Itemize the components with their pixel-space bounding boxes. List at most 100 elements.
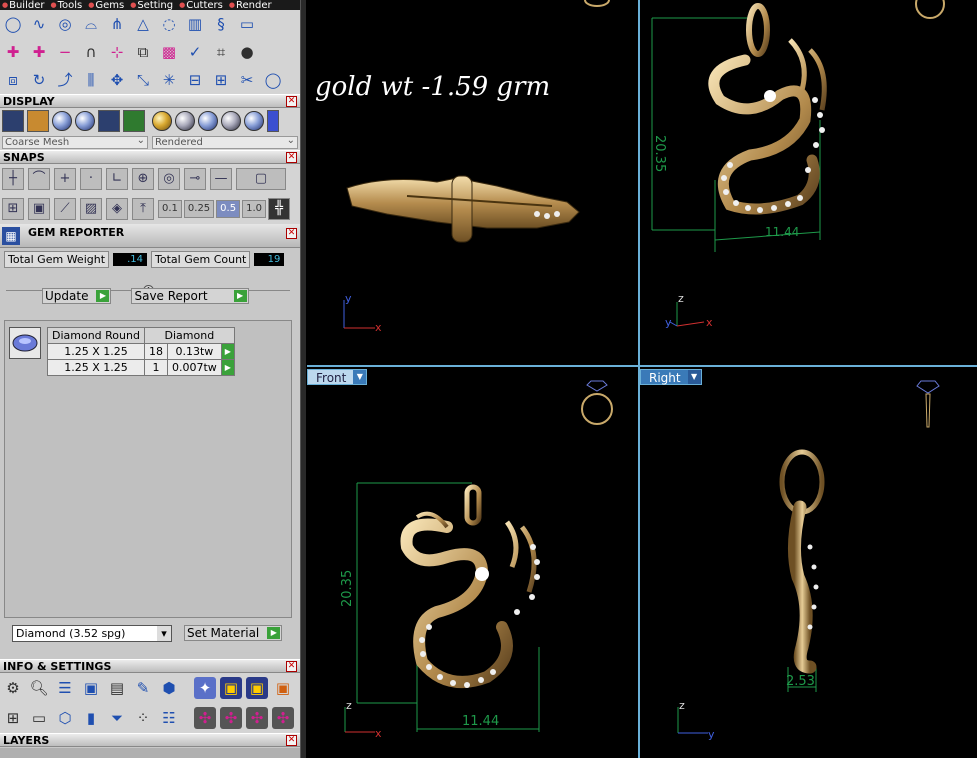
grid-snap-icon[interactable]: ⊞ (2, 198, 24, 220)
check-icon[interactable]: ✓ (184, 41, 206, 63)
top-viewport[interactable]: gold wt -1.59 grm y x (307, 0, 639, 366)
shaded-icon[interactable] (52, 111, 72, 131)
perspective-viewport[interactable]: 20.35 11.44 z x y (640, 0, 977, 366)
glass-material-icon[interactable] (244, 111, 264, 131)
export-icon[interactable]: ▣ (272, 677, 294, 699)
smooth-icon[interactable] (75, 111, 95, 131)
front-viewport[interactable]: Front ▼ 20.35 11.44 z x (307, 367, 639, 758)
bezel-tool-icon[interactable]: ◌ (158, 13, 180, 35)
menu-gems[interactable]: Gems (88, 0, 124, 10)
snap-window-icon[interactable]: ▢ (236, 168, 286, 190)
snap-grid-icon[interactable]: ┼ (2, 168, 24, 190)
shank-tool-icon[interactable]: ⌓ (80, 13, 102, 35)
ruler-icon[interactable]: ⟋ (54, 198, 76, 220)
prong-tool-icon[interactable]: ⋔ (106, 13, 128, 35)
cylinder-icon[interactable]: ▮ (80, 707, 102, 729)
layers-tabs[interactable] (0, 748, 300, 758)
menu-render[interactable]: Render (229, 0, 272, 10)
render-mode-select[interactable]: Rendered (152, 135, 298, 149)
render-toggle-icon[interactable] (267, 110, 279, 132)
menu-builder[interactable]: Builder (2, 0, 44, 10)
axis-icon[interactable]: ⤒ (132, 198, 154, 220)
mirror-icon[interactable]: ⫼ (80, 69, 102, 91)
lasso-icon[interactable]: ◯ (262, 69, 284, 91)
explode-icon[interactable]: ✳ (158, 69, 180, 91)
gold-material-icon[interactable] (152, 111, 172, 131)
viewport-splitter-horizontal[interactable] (307, 365, 977, 367)
snap-point-icon[interactable]: + (54, 168, 76, 190)
mesh-icon[interactable] (27, 110, 49, 132)
gem-reporter-close-icon[interactable]: ✕ (286, 228, 297, 239)
target-4-icon[interactable]: ✣ (272, 707, 294, 729)
window-icon[interactable]: ▣ (220, 677, 242, 699)
table-row[interactable]: 1.25 X 1.25 18 0.13tw ▶ (47, 343, 235, 360)
chrome-material-icon[interactable] (221, 111, 241, 131)
list-icon[interactable]: ☷ (158, 707, 180, 729)
menu-tools[interactable]: Tools (50, 0, 82, 10)
grid-toggle-icon[interactable]: ╬ (267, 198, 290, 220)
grid-edit-icon[interactable]: ⌗ (210, 41, 232, 63)
cylinder-tool-icon[interactable]: ▥ (184, 13, 206, 35)
table-row[interactable]: 1.25 X 1.25 1 0.007tw ▶ (47, 359, 235, 376)
delete-point-icon[interactable]: − (54, 41, 76, 63)
snap-line-icon[interactable]: — (210, 168, 232, 190)
mesh-mode-select[interactable]: Coarse Mesh (2, 135, 148, 149)
display-close-icon[interactable]: ✕ (286, 96, 297, 107)
arc-icon[interactable]: ∩ (80, 41, 102, 63)
right-view-selector[interactable]: Right ▼ (640, 369, 702, 385)
cone-tool-icon[interactable]: △ (132, 13, 154, 35)
info-close-icon[interactable]: ✕ (286, 661, 297, 672)
move-icon[interactable]: ✥ (106, 69, 128, 91)
hatch-icon[interactable]: ▨ (80, 198, 102, 220)
xray-icon[interactable] (98, 110, 120, 132)
select-row-icon[interactable]: ▶ (220, 343, 235, 360)
panel-toggle-icon[interactable]: ▭ (236, 13, 258, 35)
settings-gear-icon[interactable]: ⚙ (2, 677, 24, 699)
scatter-icon[interactable]: ⁘ (132, 707, 154, 729)
spring-tool-icon[interactable]: § (210, 13, 232, 35)
snap-center-icon[interactable]: ⊕ (132, 168, 154, 190)
bend-icon[interactable]: ⤴ (54, 69, 76, 91)
filter-icon[interactable]: ⏷ (106, 707, 128, 729)
increment-0-1[interactable]: 0.1 (158, 200, 182, 218)
update-button[interactable]: Update ▶ (42, 288, 112, 304)
material-select[interactable]: Diamond (3.52 spg) (12, 625, 172, 642)
cut-icon[interactable]: ✂ (236, 69, 258, 91)
document-icon[interactable]: ▤ (106, 677, 128, 699)
increment-0-25[interactable]: 0.25 (183, 200, 215, 218)
layers-close-icon[interactable]: ✕ (286, 735, 297, 746)
zoom-icon[interactable]: 🔍︎ (28, 677, 50, 699)
snap-node-icon[interactable]: · (80, 168, 102, 190)
set-material-button[interactable]: Set Material ▶ (184, 625, 283, 641)
window-2-icon[interactable]: ▣ (246, 677, 268, 699)
grid-4-icon[interactable]: ⊞ (2, 707, 24, 729)
edit-icon[interactable]: ✎ (132, 677, 154, 699)
target-icon[interactable]: ✣ (194, 707, 216, 729)
add-point-icon[interactable]: ✚ (2, 41, 24, 63)
viewport-splitter-vertical[interactable] (638, 0, 640, 758)
plane-icon[interactable]: ◈ (106, 198, 128, 220)
wire-cube-icon[interactable]: ⬡ (54, 707, 76, 729)
snaps-close-icon[interactable]: ✕ (286, 152, 297, 163)
insert-point-icon[interactable]: ✚ (28, 41, 50, 63)
grid-view-icon[interactable] (123, 110, 145, 132)
front-view-selector[interactable]: Front ▼ (307, 369, 368, 385)
panel-divider[interactable] (300, 0, 306, 758)
menu-cutters[interactable]: Cutters (179, 0, 223, 10)
increment-0-5[interactable]: 0.5 (216, 200, 241, 218)
diamond-thumbnail[interactable] (9, 327, 41, 359)
ring-tool-icon[interactable]: ◎ (54, 13, 76, 35)
paint-icon[interactable]: ✦ (194, 677, 216, 699)
blue-material-icon[interactable] (198, 111, 218, 131)
save-report-button[interactable]: Save Report ▶ (131, 288, 249, 304)
align-icon[interactable]: ⊟ (184, 69, 206, 91)
cube-icon[interactable]: ⬢ (158, 677, 180, 699)
group-icon[interactable]: ⧉ (132, 41, 154, 63)
wireframe-icon[interactable] (2, 110, 24, 132)
snap-curve-icon[interactable]: ⌒ (28, 168, 50, 190)
snap-circle-icon[interactable]: ◎ (158, 168, 180, 190)
pattern-icon[interactable]: ▩ (158, 41, 180, 63)
node-edit-icon[interactable]: ⊹ (106, 41, 128, 63)
circle-tool-icon[interactable]: ◯ (2, 13, 24, 35)
boolean-icon[interactable]: ⊞ (210, 69, 232, 91)
